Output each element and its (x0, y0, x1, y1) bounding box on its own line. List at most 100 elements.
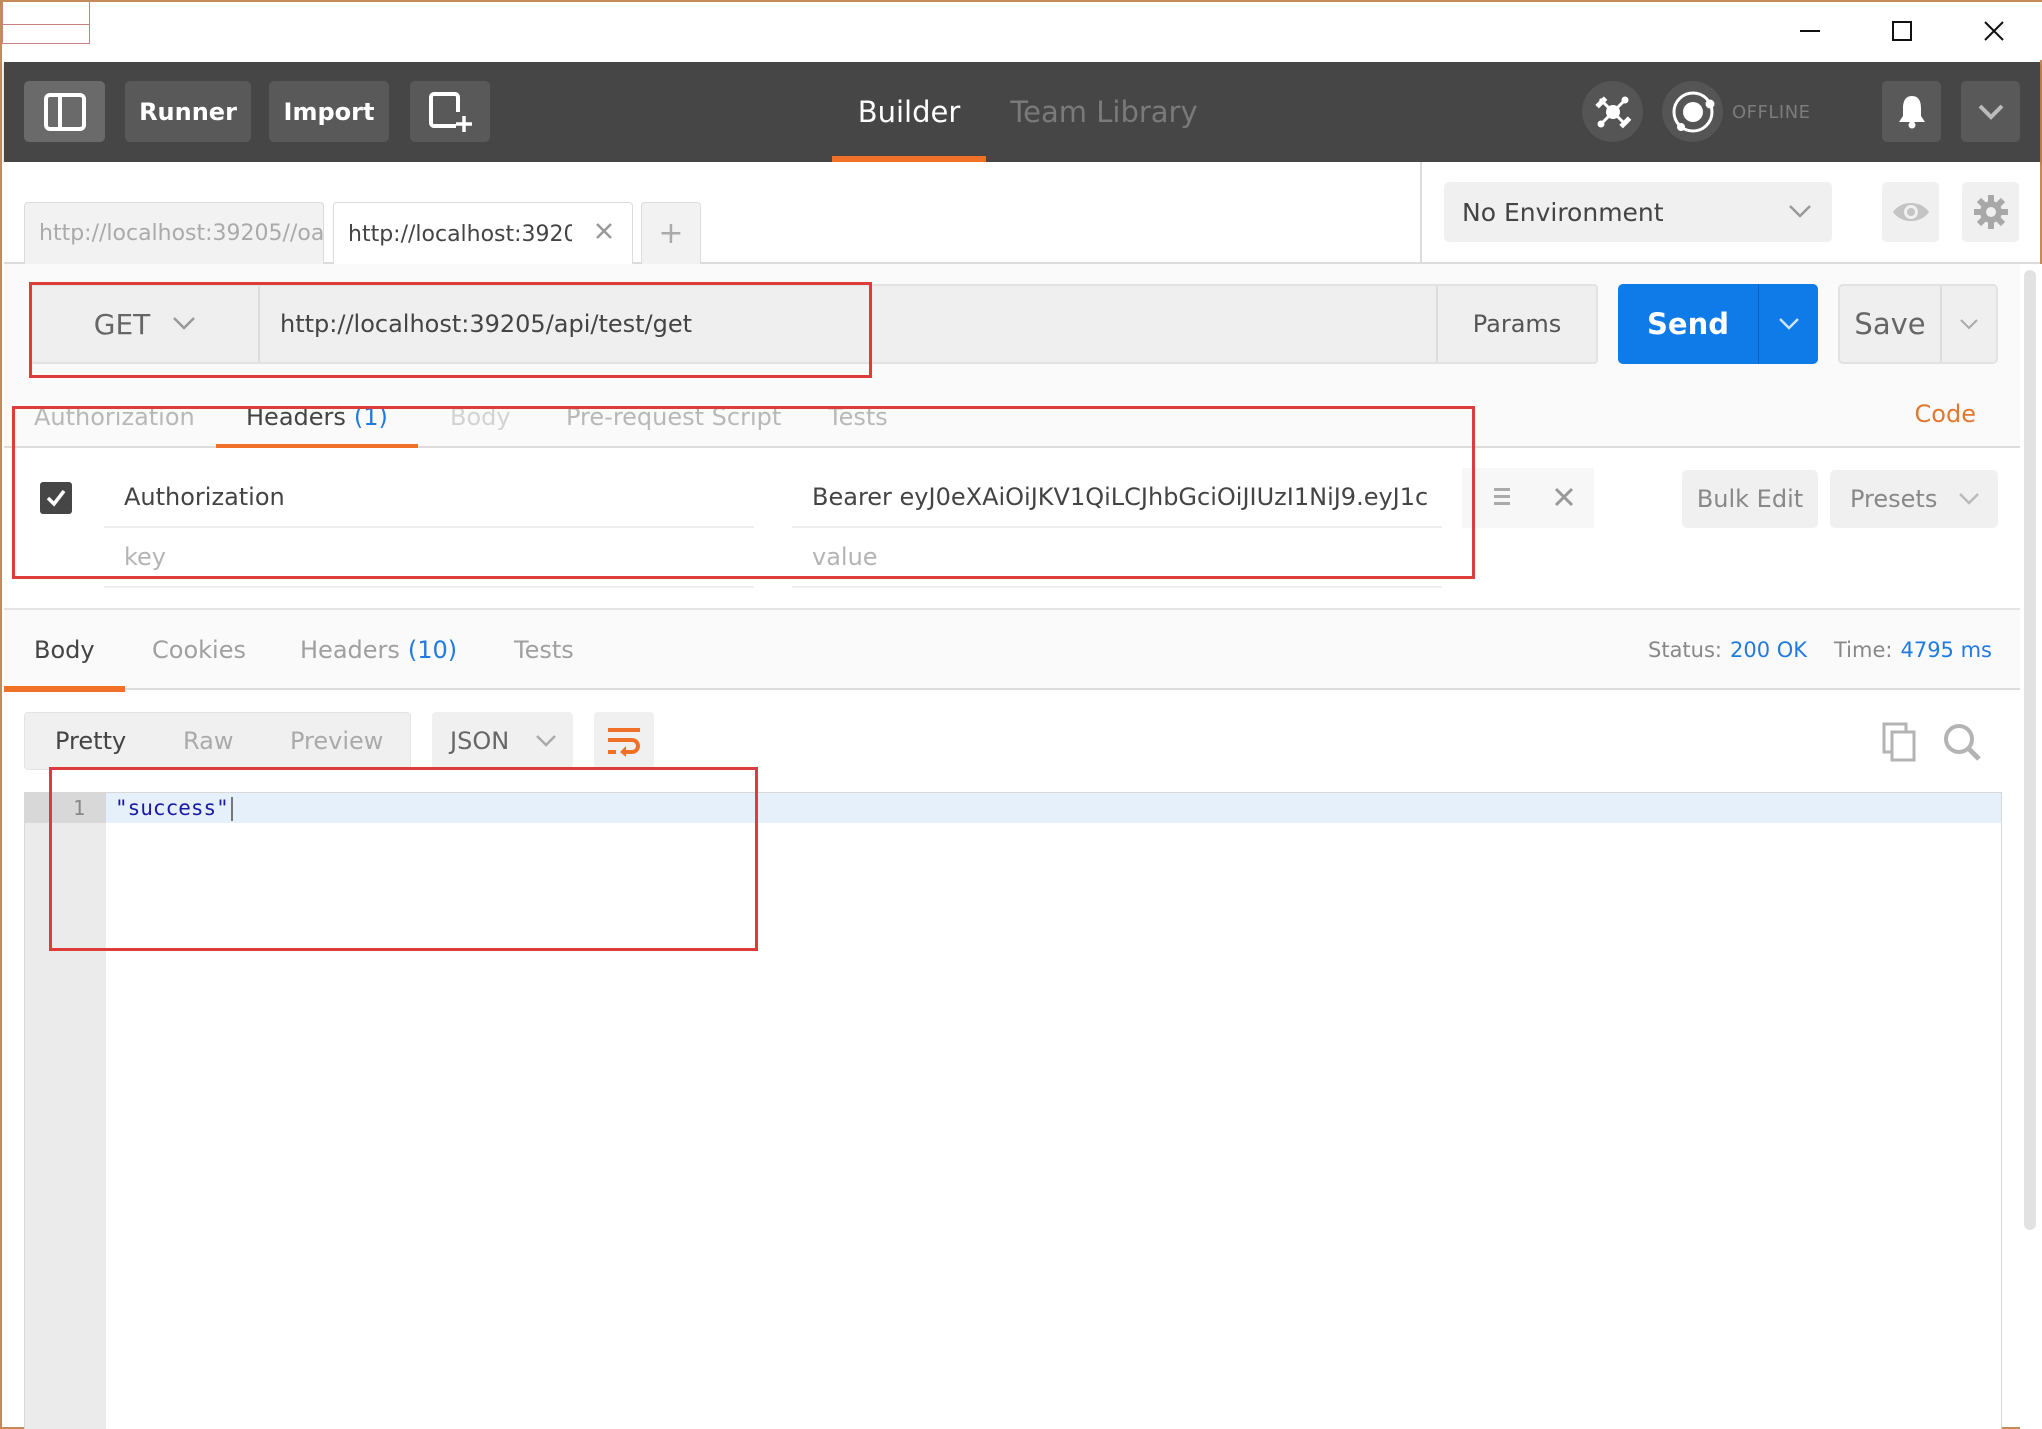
minimize-button[interactable] (1780, 8, 1840, 54)
new-window-button[interactable] (410, 81, 490, 142)
chevron-down-icon (1960, 319, 1978, 330)
chevron-down-icon (1778, 318, 1799, 330)
subtab-label: Body (450, 403, 511, 431)
sync-status-button[interactable] (1662, 81, 1723, 142)
drag-handle[interactable] (1494, 486, 1510, 512)
minimize-icon (1800, 30, 1820, 32)
close-icon (596, 223, 612, 239)
response-tab-body[interactable]: Body (4, 610, 125, 692)
interceptor-button[interactable] (1582, 81, 1643, 142)
response-tab-headers[interactable]: Headers (10) (270, 610, 487, 690)
wrap-lines-icon (608, 728, 640, 757)
save-options-button[interactable] (1940, 286, 1996, 362)
nav-tab-builder[interactable]: Builder (832, 62, 986, 162)
save-button-group: Save (1838, 284, 1998, 364)
method-select[interactable]: GET (32, 286, 260, 362)
new-header-value-input[interactable] (792, 528, 1442, 588)
bulk-edit-label: Bulk Edit (1696, 485, 1804, 513)
import-button[interactable]: Import (269, 81, 389, 142)
params-label: Params (1472, 310, 1562, 338)
maximize-button[interactable] (1872, 8, 1932, 54)
language-label: JSON (450, 727, 510, 755)
drag-handle-icon (1494, 488, 1510, 505)
nav-tab-team-library[interactable]: Team Library (1004, 62, 1204, 162)
send-button-group: Send (1618, 284, 1818, 364)
headers-editor: Bulk Edit Presets (4, 448, 2020, 608)
copy-icon (1882, 722, 1916, 762)
new-tab-button[interactable]: + (641, 202, 701, 264)
close-icon (1554, 487, 1574, 507)
format-pretty[interactable]: Pretty (55, 713, 126, 769)
notifications-button[interactable] (1882, 81, 1941, 142)
manage-environments-button[interactable] (1962, 182, 2019, 242)
params-button[interactable]: Params (1436, 286, 1596, 362)
line-number: 1 (72, 796, 85, 820)
subtab-body[interactable]: Body (420, 386, 541, 448)
format-raw[interactable]: Raw (183, 713, 233, 769)
subtab-label: Authorization (34, 403, 195, 431)
new-window-icon (429, 91, 472, 132)
request-tab[interactable]: http://localhost:39205//oauth (24, 202, 324, 264)
url-bar: GET Params (30, 284, 1598, 364)
request-tab-active[interactable]: http://localhost:39205/api/test/get (333, 202, 633, 266)
environment-quick-look-button[interactable] (1882, 182, 1939, 242)
eye-icon (1892, 203, 1929, 221)
vertical-scrollbar[interactable] (2020, 264, 2042, 1429)
subtab-label: Headers (246, 403, 346, 431)
language-select[interactable]: JSON (432, 712, 573, 770)
send-button[interactable]: Send (1618, 284, 1758, 364)
send-options-button[interactable] (1758, 284, 1818, 364)
sidebar-toggle-icon (43, 92, 86, 131)
plus-icon: + (658, 216, 684, 251)
time-value: 4795 ms (1900, 638, 1992, 662)
title-bar (2, 2, 2042, 60)
response-toolbar: Pretty Raw Preview JSON (4, 692, 2020, 792)
nav-tab-label: Team Library (1010, 95, 1198, 129)
response-tab-label: Tests (514, 636, 574, 664)
active-line-highlight (25, 793, 2001, 823)
postman-window: Runner Import Builder Team Library OFFLI… (0, 0, 2042, 1429)
url-input[interactable] (260, 286, 1436, 362)
subtab-pre-request-script[interactable]: Pre-request Script (536, 386, 811, 448)
runner-label: Runner (139, 97, 237, 126)
delete-header-button[interactable] (1554, 487, 1574, 511)
copy-response-button[interactable] (1882, 722, 1918, 766)
satellite-icon (1594, 95, 1631, 128)
subtab-headers[interactable]: Headers (1) (216, 386, 418, 450)
json-string: "success" (115, 796, 229, 820)
format-preview[interactable]: Preview (290, 713, 383, 769)
chevron-down-icon (536, 735, 556, 747)
runner-button[interactable]: Runner (125, 81, 251, 142)
wrap-lines-button[interactable] (594, 712, 654, 770)
bell-icon (1898, 95, 1925, 128)
response-tabs: Body Cookies Headers (10) Tests Status: 2… (4, 610, 2020, 692)
response-tab-tests[interactable]: Tests (484, 610, 604, 690)
line-number-gutter (25, 793, 106, 1429)
search-response-button[interactable] (1942, 722, 1982, 766)
header-value-input[interactable] (792, 468, 1442, 528)
header-key-input[interactable] (104, 468, 754, 528)
response-body-editor[interactable]: 1 "success" (24, 792, 2002, 1429)
subtab-tests[interactable]: Tests (798, 386, 918, 448)
code-line: "success" (115, 793, 233, 823)
subtab-label: Tests (828, 403, 888, 431)
close-tab-button[interactable] (594, 221, 614, 247)
save-button[interactable]: Save (1840, 286, 1940, 362)
method-label: GET (93, 307, 151, 341)
search-icon (1944, 724, 1981, 761)
header-enabled-checkbox[interactable] (40, 482, 72, 514)
response-headers-count: (10) (407, 636, 458, 664)
chevron-down-icon (173, 317, 196, 330)
sidebar-toggle-button[interactable] (24, 81, 105, 142)
environment-select[interactable]: No Environment (1444, 182, 1832, 242)
close-window-button[interactable] (1964, 8, 2024, 54)
bulk-edit-button[interactable]: Bulk Edit (1682, 470, 1818, 528)
presets-button[interactable]: Presets (1830, 470, 1998, 528)
subtab-authorization[interactable]: Authorization (4, 386, 225, 448)
generate-code-link[interactable]: Code (1915, 400, 1976, 428)
new-header-key-input[interactable] (104, 528, 754, 588)
scrollbar-thumb[interactable] (2024, 270, 2036, 1230)
settings-menu-button[interactable] (1961, 81, 2020, 142)
response-tab-cookies[interactable]: Cookies (122, 610, 276, 690)
response-tab-label: Body (34, 636, 95, 664)
